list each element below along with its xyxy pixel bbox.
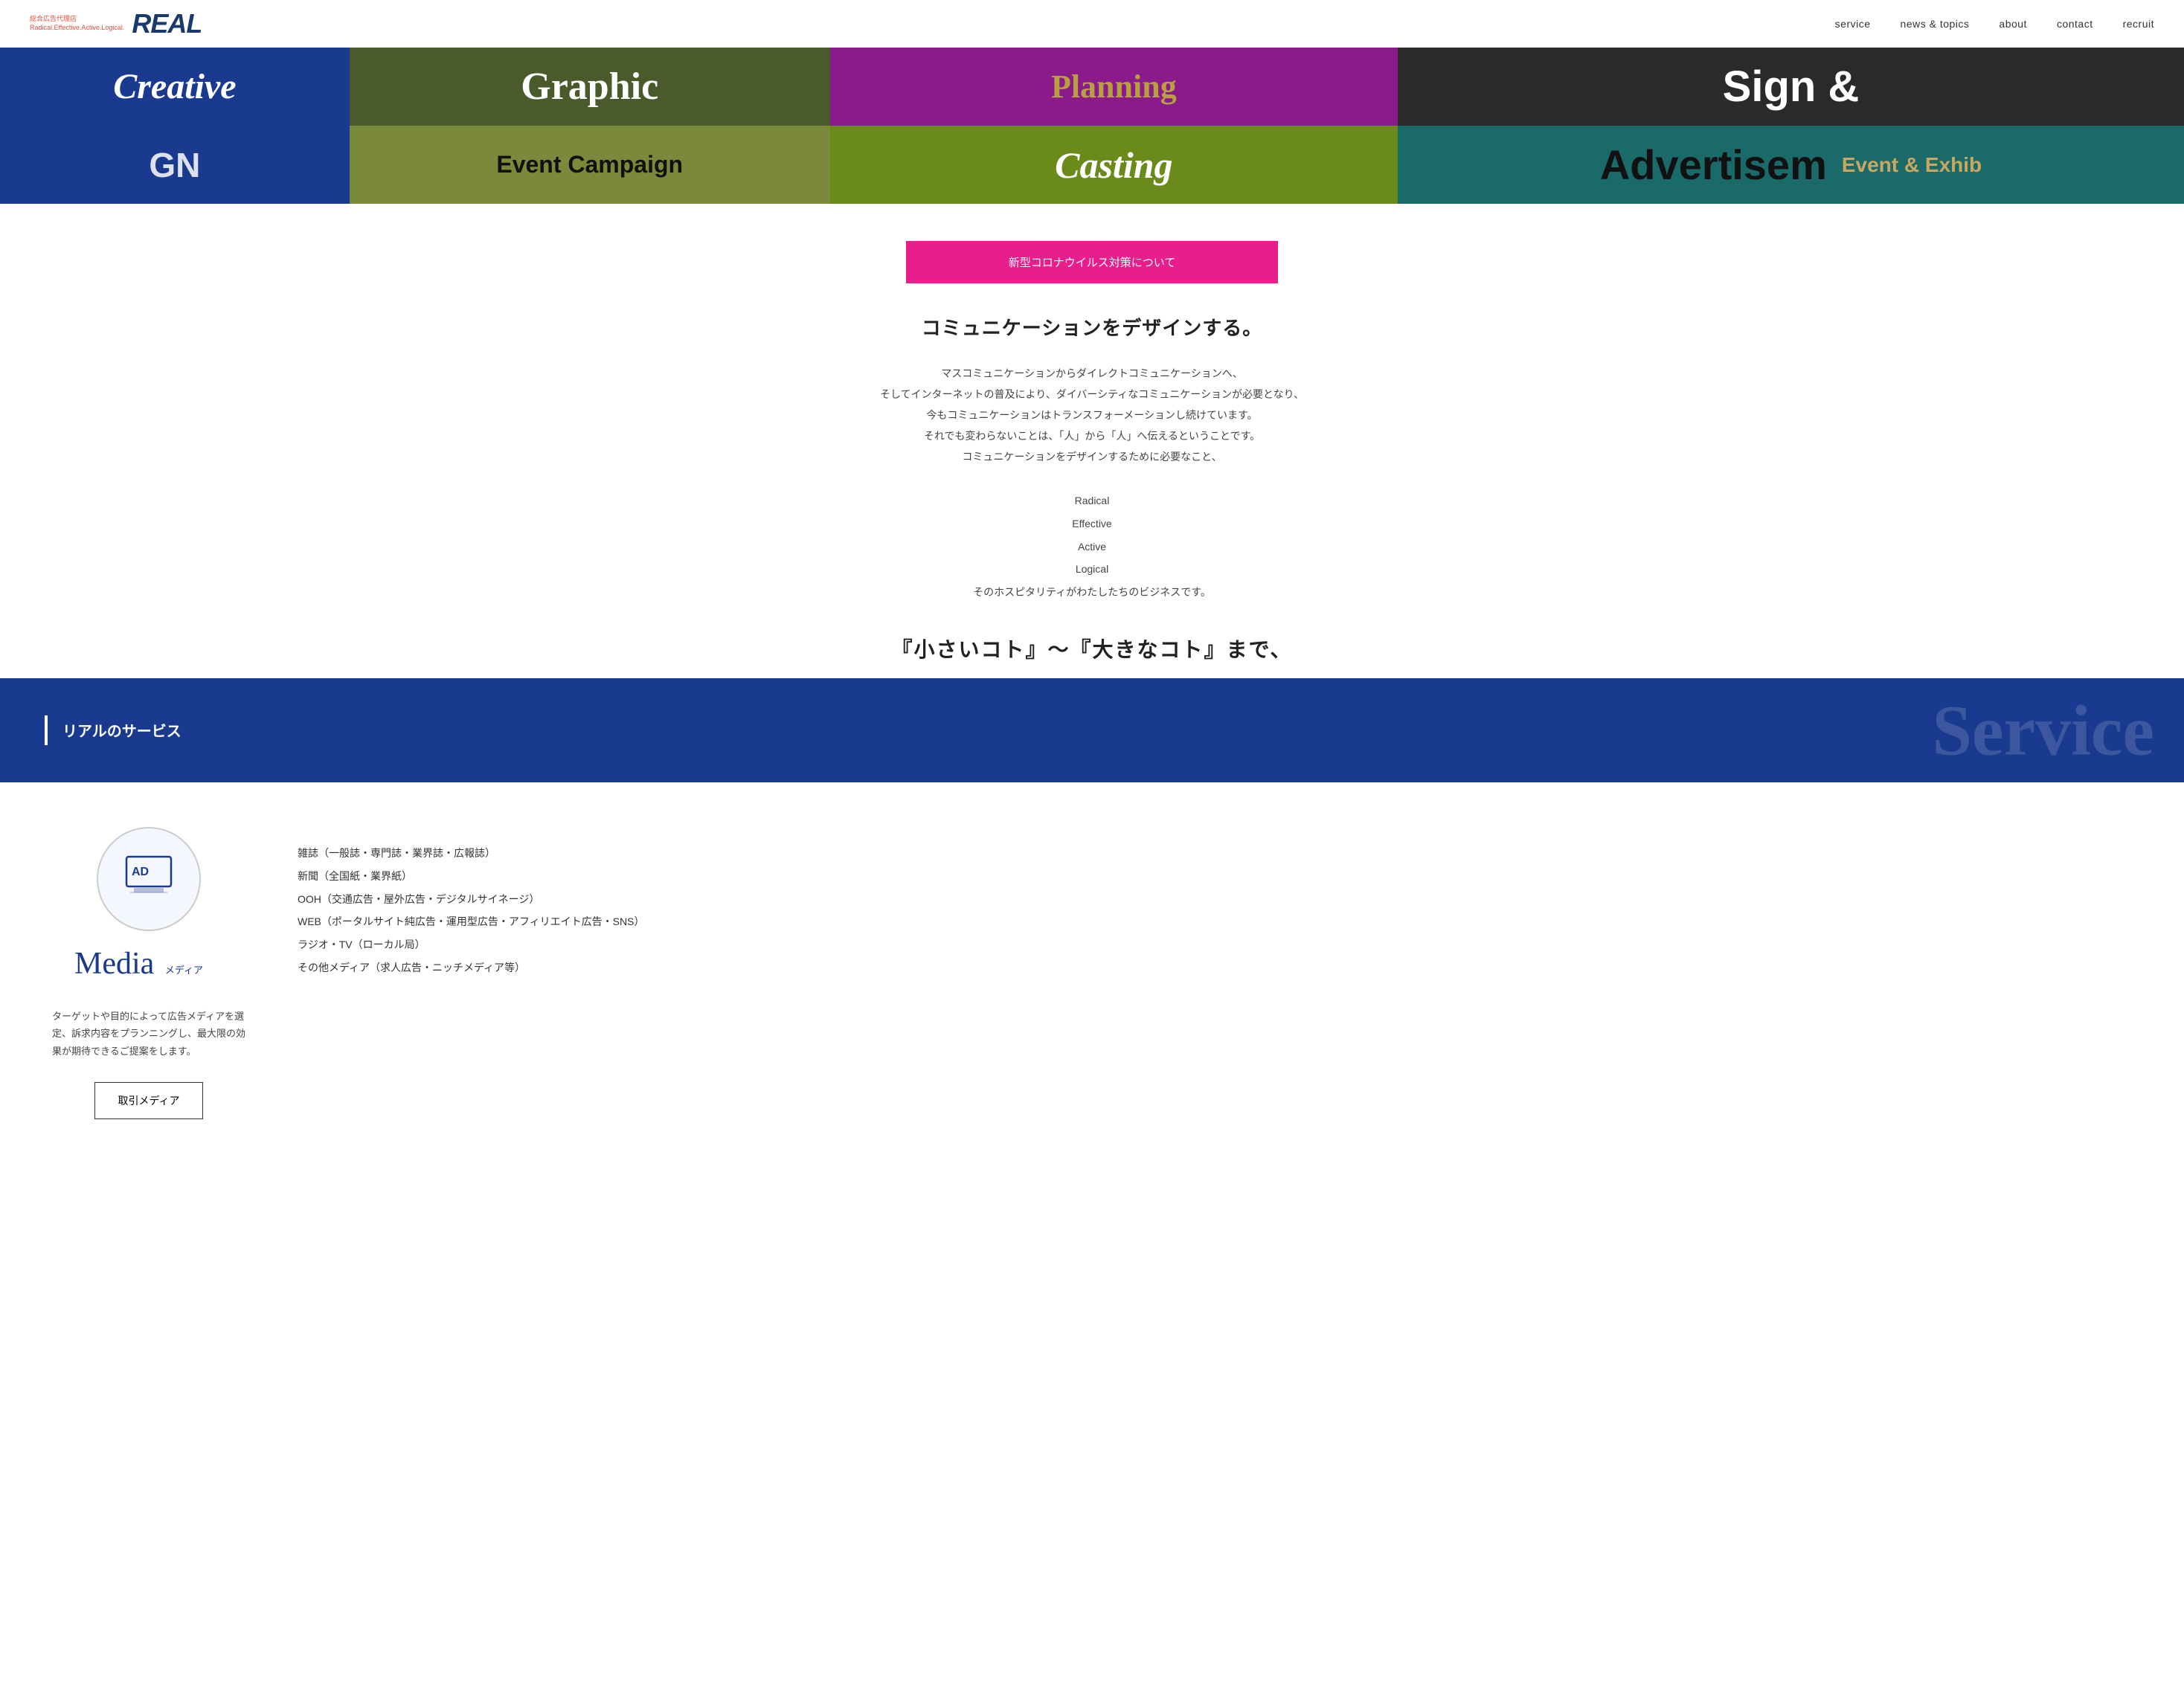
- svg-text:AD: AD: [132, 866, 149, 878]
- hero-text-event-exhibit: Event & Exhib: [1842, 153, 1982, 177]
- brand-logo: REAL: [132, 8, 202, 39]
- media-list-item: 雑誌（一般誌・専門誌・業界誌・広報誌）: [298, 842, 2139, 865]
- media-list-item: WEB（ポータルサイト純広告・運用型広告・アフィリエイト広告・SNS）: [298, 910, 2139, 933]
- corona-button[interactable]: 新型コロナウイルス対策について: [906, 241, 1278, 283]
- body-line-1: マスコミュニケーションからダイレクトコミュニケーションへ、: [869, 363, 1315, 384]
- media-list-item: その他メディア（求人広告・ニッチメディア等）: [298, 956, 2139, 979]
- media-right-panel: 雑誌（一般誌・専門誌・業界誌・広報誌） 新聞（全国紙・業界紙） OOH（交通広告…: [298, 827, 2139, 979]
- media-list-item: OOH（交通広告・屋外広告・デジタルサイネージ）: [298, 888, 2139, 911]
- hero-cell-graphic: Graphic: [350, 48, 830, 126]
- main-nav: service news & topics about contact recr…: [1835, 18, 2154, 30]
- nav-contact[interactable]: contact: [2057, 18, 2093, 30]
- logo-tagline: Radical.Effective.Active.Logical.: [30, 24, 124, 33]
- nav-about[interactable]: about: [1999, 18, 2027, 30]
- hero-cell-advertisement: Advertisem Event & Exhib: [1398, 126, 2184, 204]
- hero-cell-event-campaign: Event Campaign: [350, 126, 830, 204]
- hero-text-casting: Casting: [1055, 144, 1172, 187]
- media-title: Media: [74, 947, 154, 981]
- hero-text-sign: Sign &: [1723, 62, 1860, 112]
- nav-service[interactable]: service: [1835, 18, 1871, 30]
- hero-cell-sign: Sign &: [1398, 48, 2184, 126]
- keywords-block: Radical Effective Active Logical そのホスピタリ…: [869, 489, 1315, 604]
- nav-news-topics[interactable]: news & topics: [1901, 18, 1970, 30]
- media-title-area: Media メディア: [74, 946, 223, 982]
- company-name-ja: 総合広告代理店 Radical.Effective.Active.Logical…: [30, 15, 124, 32]
- body-line-2: そしてインターネットの普及により、ダイバーシティなコミュニケーションが必要となり…: [869, 384, 1315, 405]
- main-content: 新型コロナウイルス対策について コミュニケーションをデザインする。 マスコミュニ…: [0, 204, 2184, 678]
- hero-cell-casting: Casting: [830, 126, 1398, 204]
- media-list-item: 新聞（全国紙・業界紙）: [298, 865, 2139, 888]
- hero-text-gn: GN: [149, 145, 200, 185]
- service-section-inner: リアルのサービス: [45, 715, 2139, 745]
- main-body: マスコミュニケーションからダイレクトコミュニケーションへ、 そしてインターネット…: [869, 363, 1315, 467]
- media-list-item: ラジオ・TV（ローカル局）: [298, 933, 2139, 956]
- site-header: 総合広告代理店 Radical.Effective.Active.Logical…: [0, 0, 2184, 48]
- body-line-5: コミュニケーションをデザインするために必要なこと、: [869, 446, 1315, 467]
- keyword-active: Active: [869, 535, 1315, 559]
- main-headline: コミュニケーションをデザインする。: [869, 313, 1315, 341]
- hero-cell-gn: GN: [0, 126, 350, 204]
- hero-text-event: Event Campaign: [496, 151, 683, 178]
- hero-text-advertisement: Advertisem: [1600, 141, 1827, 189]
- hero-text-planning: Planning: [1051, 68, 1177, 106]
- service-bar-decoration: [45, 715, 48, 745]
- keyword-radical: Radical: [869, 489, 1315, 512]
- body-line-4: それでも変わらないことは、「人」から「人」へ伝えるということです。: [869, 425, 1315, 446]
- hero-text-creative: Creative: [113, 66, 236, 107]
- media-list: 雑誌（一般誌・専門誌・業界誌・広報誌） 新聞（全国紙・業界紙） OOH（交通広告…: [298, 842, 2139, 979]
- service-section: リアルのサービス Service: [0, 678, 2184, 782]
- torihiki-button[interactable]: 取引メディア: [94, 1082, 202, 1119]
- small-headline: 『小さいコト』〜『大きなコト』まで、: [869, 634, 1315, 663]
- keyword-effective: Effective: [869, 512, 1315, 535]
- hero-text-graphic: Graphic: [521, 65, 658, 109]
- hero-banner: Creative Graphic Planning Sign & GN Even…: [0, 48, 2184, 204]
- closing-text: そのホスピタリティがわたしたちのビジネスです。: [869, 581, 1315, 604]
- service-big-background-text: Service: [1933, 689, 2155, 771]
- nav-recruit[interactable]: recruit: [2123, 18, 2154, 30]
- media-description: ターゲットや目的によって広告メディアを選定、訴求内容をプランニングし、最大限の効…: [52, 1008, 245, 1060]
- media-title-ja: メディア: [165, 965, 203, 976]
- media-left-panel: AD Media メディア ターゲットや目的によって広告メディアを選定、訴求内容…: [45, 827, 253, 1119]
- hero-cell-creative: Creative: [0, 48, 350, 126]
- hero-cell-planning: Planning: [830, 48, 1398, 126]
- media-icon-circle: AD: [97, 827, 201, 931]
- media-section: AD Media メディア ターゲットや目的によって広告メディアを選定、訴求内容…: [0, 782, 2184, 1164]
- body-line-3: 今もコミュニケーションはトランスフォーメーションし続けています。: [869, 405, 1315, 425]
- logo-area: 総合広告代理店 Radical.Effective.Active.Logical…: [30, 8, 202, 39]
- service-label: リアルのサービス: [62, 719, 182, 741]
- ad-icon: AD: [123, 853, 175, 904]
- company-name-text: 総合広告代理店: [30, 15, 124, 24]
- keyword-logical: Logical: [869, 558, 1315, 581]
